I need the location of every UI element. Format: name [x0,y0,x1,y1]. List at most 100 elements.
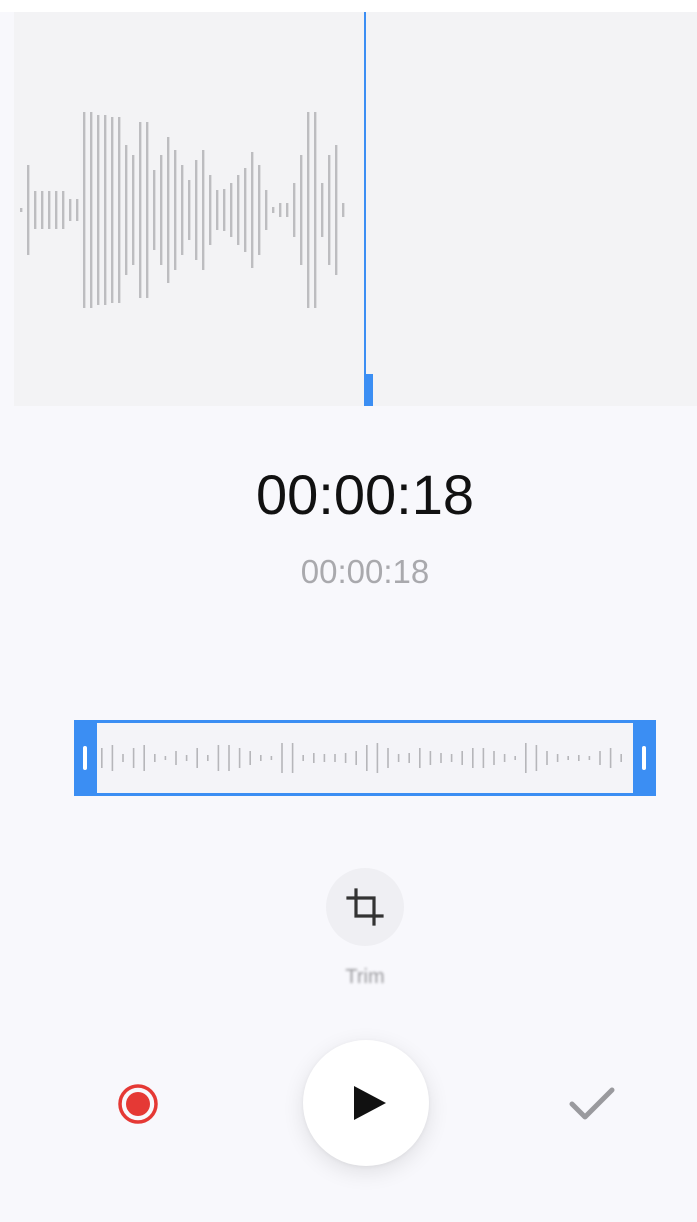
grip-icon [642,746,646,770]
trim-waveform-bar [440,753,442,763]
trim-waveform-bar [185,755,188,761]
trim-end-handle[interactable] [633,720,656,796]
trim-waveform-bar [387,748,389,768]
trim-waveform-bar [397,754,400,762]
waveform-bar [83,112,86,308]
trim-label: Trim [345,966,385,988]
waveform-bar [202,150,205,270]
trim-waveform-bar [291,743,294,773]
trim-waveform-bar [355,751,357,765]
trim-selector[interactable] [74,720,656,796]
trim-waveform-bar [217,745,220,771]
waveform-bar [300,155,303,265]
waveform-bar [314,112,317,308]
trim-waveform-bar [249,751,251,765]
trim-waveform-bar [175,751,177,765]
waveform-bar [104,115,107,305]
waveform-bar [272,207,275,213]
waveform-bar [146,122,149,298]
waveform-bar [195,160,198,260]
waveform-bar [307,112,310,308]
waveform-bar [118,117,121,303]
trim-waveform-bar [238,748,241,768]
trim-frame [74,720,656,796]
waveform-bar [328,155,331,265]
waveform-bar [335,145,338,275]
trim-waveform-bar [196,748,198,768]
trim-waveform-bar [154,754,156,762]
trim-waveform-bar [376,743,379,773]
waveform-panel[interactable] [14,12,697,406]
waveform-bar [174,150,177,270]
trim-waveform-bar [503,754,506,762]
trim-waveform-bar [482,748,485,768]
trim-waveform-bar [207,755,209,761]
waveform-bar [34,191,37,229]
trim-waveform-bar [302,755,304,761]
trim-waveform-bar [111,745,114,771]
waveform-bar [188,180,191,240]
trim-waveform-bar [122,754,124,762]
trim-waveform-bar [419,748,421,768]
waveform-bar [132,155,135,265]
trim-waveform-bar [101,748,103,768]
waveform-bar [230,183,233,237]
trim-waveform-bar [620,754,622,762]
trim-waveform-bar [493,751,495,765]
waveform-bar [223,189,226,231]
waveform-bar [41,191,44,229]
waveform-bar [293,183,296,237]
trim-waveform-bar [132,748,135,768]
trim-waveform-bar [472,748,474,768]
trim-waveform-bar [429,751,432,765]
waveform-bar [251,152,254,268]
waveform-bar [265,190,268,230]
play-button[interactable] [303,1040,429,1166]
waveform-bar [69,199,72,221]
playhead-line[interactable] [364,12,366,406]
waveform-bar [258,165,261,255]
record-icon [118,1084,158,1124]
waveform-bar [97,115,100,305]
done-button[interactable] [566,1082,618,1126]
trim-waveform-bar [344,753,347,763]
waveform-bar [237,175,240,245]
waveform-bar [125,145,128,275]
waveform-bar [167,137,170,283]
trim-waveform [101,743,622,773]
waveform-bar [244,168,247,252]
waveform-bar [139,122,142,298]
grip-icon [83,746,87,770]
playhead-handle[interactable] [364,374,373,406]
trim-waveform-bar [514,756,516,760]
trim-waveform-bar [556,754,559,762]
trim-button[interactable] [326,868,404,946]
trim-waveform-bar [313,753,315,763]
trim-waveform-bar [567,756,569,760]
waveform-bar [181,165,184,255]
waveform-bar [216,190,219,230]
main-waveform [20,112,345,308]
waveform-bar [111,117,114,303]
trim-start-handle[interactable] [74,720,97,796]
checkmark-icon [569,1087,615,1120]
waveform-bar [153,170,156,250]
waveform-bar [62,191,65,229]
trim-waveform-bar [323,754,326,762]
trim-waveform-bar [366,745,368,771]
trim-waveform-bar [461,751,463,765]
waveform-bar [160,155,163,265]
waveform-bar [55,191,58,229]
waveform-bar [20,208,23,212]
trim-waveform-bar [334,754,336,762]
trim-waveform-bar [535,745,538,771]
waveform-bar [321,183,324,237]
waveform-bar [90,112,93,308]
trim-waveform-bar [450,754,453,762]
record-button[interactable] [114,1080,162,1128]
trim-waveform-bar [588,756,591,760]
trim-waveform-bar [164,756,167,760]
waveform-bar [279,203,282,217]
current-time: 00:00:18 [256,463,474,526]
trim-waveform-bar [260,755,262,761]
